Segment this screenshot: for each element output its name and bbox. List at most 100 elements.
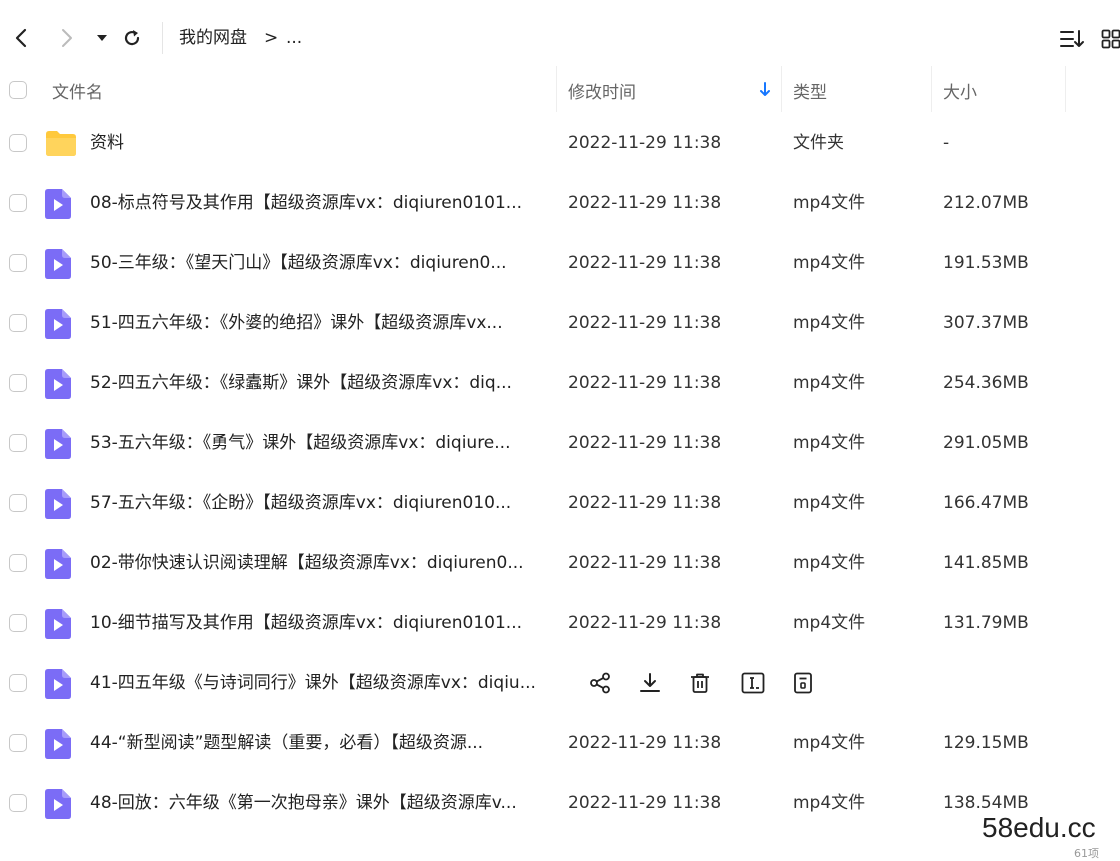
row-checkbox[interactable] <box>9 314 27 332</box>
row-checkbox[interactable] <box>9 254 27 272</box>
column-size[interactable]: 大小 <box>943 62 977 118</box>
video-file-icon <box>45 669 75 699</box>
file-name[interactable]: 10-细节描写及其作用【超级资源库vx：diqiuren0101... <box>90 612 522 634</box>
history-dropdown-icon[interactable] <box>93 28 111 48</box>
file-type: mp4文件 <box>793 313 866 333</box>
file-row[interactable]: 52-四五六年级：《绿蠹斯》课外【超级资源库vx：diq... 2022-11-2… <box>0 354 1120 414</box>
video-file-icon <box>45 189 75 219</box>
video-file-icon <box>45 489 75 519</box>
row-checkbox[interactable] <box>9 794 27 812</box>
file-row[interactable]: 10-细节描写及其作用【超级资源库vx：diqiuren0101... 2022-… <box>0 594 1120 654</box>
file-name[interactable]: 51-四五六年级：《外婆的绝招》课外【超级资源库vx... <box>90 312 503 334</box>
video-file-icon <box>45 609 75 639</box>
file-row[interactable]: 44-“新型阅读”题型解读（重要，必看）【超级资源... 2022-11-29 1… <box>0 714 1120 774</box>
share-icon[interactable] <box>585 668 615 698</box>
file-size: 129.15MB <box>943 733 1029 753</box>
file-size: 166.47MB <box>943 493 1029 513</box>
file-type: mp4文件 <box>793 433 866 453</box>
item-count: 61项 <box>1074 847 1099 860</box>
back-icon[interactable] <box>10 26 32 50</box>
breadcrumb-root[interactable]: 我的网盘 <box>179 28 247 48</box>
file-row[interactable]: 48-回放：六年级《第一次抱母亲》课外【超级资源库v... 2022-11-29 … <box>0 774 1120 834</box>
video-file-icon <box>45 789 75 819</box>
file-name[interactable]: 50-三年级：《望天门山》【超级资源库vx：diqiuren0... <box>90 252 507 274</box>
file-modified-date: 2022-11-29 11:38 <box>568 253 722 273</box>
file-name[interactable]: 44-“新型阅读”题型解读（重要，必看）【超级资源... <box>90 732 483 754</box>
file-list-header: 文件名 修改时间 类型 大小 <box>0 62 1066 118</box>
file-modified-date: 2022-11-29 11:38 <box>568 193 722 213</box>
grid-view-icon[interactable] <box>1100 26 1120 52</box>
more-icon[interactable] <box>788 668 818 698</box>
file-type: mp4文件 <box>793 373 866 393</box>
file-size: - <box>943 133 950 153</box>
file-size: 138.54MB <box>943 793 1029 813</box>
row-checkbox[interactable] <box>9 614 27 632</box>
sort-descending-icon[interactable] <box>756 80 774 100</box>
file-name[interactable]: 52-四五六年级：《绿蠹斯》课外【超级资源库vx：diq... <box>90 372 512 394</box>
video-file-icon <box>45 429 75 459</box>
file-size: 307.37MB <box>943 313 1029 333</box>
file-type: mp4文件 <box>793 493 866 513</box>
file-row[interactable]: 57-五六年级：《企盼》【超级资源库vx：diqiuren010... 2022-… <box>0 474 1120 534</box>
column-type[interactable]: 类型 <box>793 62 827 118</box>
forward-icon[interactable] <box>56 26 78 50</box>
video-file-icon <box>45 549 75 579</box>
file-type: 文件夹 <box>793 133 844 153</box>
file-modified-date: 2022-11-29 11:38 <box>568 793 722 813</box>
file-modified-date: 2022-11-29 11:38 <box>568 313 722 333</box>
file-row[interactable]: 08-标点符号及其作用【超级资源库vx：diqiuren0101... 2022-… <box>0 174 1120 234</box>
file-name[interactable]: 资料 <box>90 132 124 154</box>
file-type: mp4文件 <box>793 253 866 273</box>
file-name[interactable]: 48-回放：六年级《第一次抱母亲》课外【超级资源库v... <box>90 792 517 814</box>
file-modified-date: 2022-11-29 11:38 <box>568 733 722 753</box>
video-file-icon <box>45 369 75 399</box>
file-name[interactable]: 53-五六年级：《勇气》课外【超级资源库vx：diqiure... <box>90 432 510 454</box>
file-type: mp4文件 <box>793 613 866 633</box>
rename-icon[interactable] <box>738 668 768 698</box>
file-name[interactable]: 02-带你快速认识阅读理解【超级资源库vx：diqiuren0... <box>90 552 524 574</box>
row-checkbox[interactable] <box>9 194 27 212</box>
file-name[interactable]: 08-标点符号及其作用【超级资源库vx：diqiuren0101... <box>90 192 522 214</box>
row-checkbox[interactable] <box>9 494 27 512</box>
refresh-icon[interactable] <box>120 26 144 50</box>
file-row[interactable]: 53-五六年级：《勇气》课外【超级资源库vx：diqiure... 2022-11… <box>0 414 1120 474</box>
file-row[interactable]: 50-三年级：《望天门山》【超级资源库vx：diqiuren0... 2022-1… <box>0 234 1120 294</box>
breadcrumb-separator: > <box>264 28 279 48</box>
row-checkbox[interactable] <box>9 554 27 572</box>
row-checkbox[interactable] <box>9 674 27 692</box>
row-checkbox[interactable] <box>9 134 27 152</box>
download-icon[interactable] <box>635 668 665 698</box>
folder-icon <box>45 129 76 159</box>
row-checkbox[interactable] <box>9 434 27 452</box>
file-size: 291.05MB <box>943 433 1029 453</box>
column-name[interactable]: 文件名 <box>52 62 103 118</box>
column-divider <box>931 66 932 112</box>
file-size: 254.36MB <box>943 373 1029 393</box>
column-modified[interactable]: 修改时间 <box>568 62 636 118</box>
delete-icon[interactable] <box>685 668 715 698</box>
folder-row[interactable]: 资料 2022-11-29 11:38 文件夹 - <box>0 114 1120 174</box>
video-file-icon <box>45 249 75 279</box>
file-modified-date: 2022-11-29 11:38 <box>568 493 722 513</box>
file-row[interactable]: 51-四五六年级：《外婆的绝招》课外【超级资源库vx... 2022-11-29 … <box>0 294 1120 354</box>
breadcrumb-more[interactable]: ... <box>286 28 302 48</box>
file-modified-date: 2022-11-29 11:38 <box>568 613 722 633</box>
row-checkbox[interactable] <box>9 374 27 392</box>
file-size: 212.07MB <box>943 193 1029 213</box>
file-modified-date: 2022-11-29 11:38 <box>568 433 722 453</box>
file-name[interactable]: 57-五六年级：《企盼》【超级资源库vx：diqiuren010... <box>90 492 511 514</box>
file-size: 141.85MB <box>943 553 1029 573</box>
select-all-checkbox[interactable] <box>9 81 27 99</box>
column-divider <box>781 66 782 112</box>
sort-icon[interactable] <box>1058 26 1086 52</box>
file-type: mp4文件 <box>793 193 866 213</box>
file-type: mp4文件 <box>793 793 866 813</box>
file-row[interactable]: 02-带你快速认识阅读理解【超级资源库vx：diqiuren0... 2022-1… <box>0 534 1120 594</box>
file-row[interactable]: 41-四五年级《与诗词同行》课外【超级资源库vx：diqiu... <box>0 654 1120 714</box>
file-name[interactable]: 41-四五年级《与诗词同行》课外【超级资源库vx：diqiu... <box>90 672 536 694</box>
column-divider <box>556 66 557 112</box>
row-checkbox[interactable] <box>9 734 27 752</box>
file-modified-date: 2022-11-29 11:38 <box>568 553 722 573</box>
toolbar-divider <box>162 22 163 54</box>
watermark: 58edu.cc <box>982 812 1096 843</box>
